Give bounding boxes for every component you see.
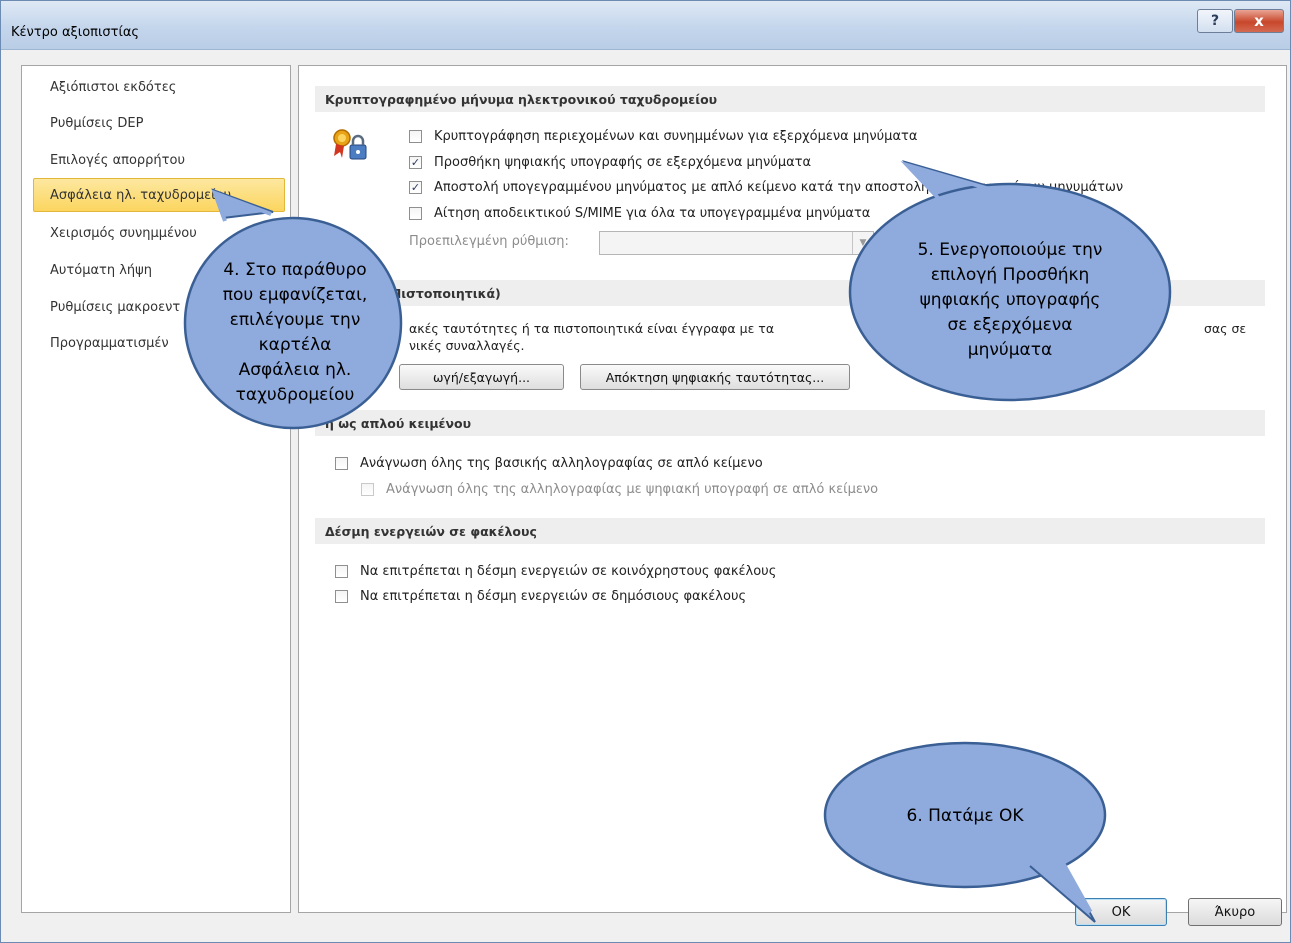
checkbox-encrypt-contents[interactable] (409, 130, 422, 143)
label-read-plain-text: Ανάγνωση όλης της βασικής αλληλογραφίας … (360, 456, 763, 471)
option-script-shared-folders[interactable]: Να επιτρέπεται η δέσμη ενεργειών σε κοιν… (335, 564, 776, 579)
default-setting-label: Προεπιλεγμένη ρύθμιση: (409, 234, 569, 249)
checkbox-request-smime-receipt[interactable] (409, 207, 422, 220)
option-add-digital-signature[interactable]: ✓ Προσθήκη ψηφιακής υπογραφής σε εξερχόμ… (409, 155, 811, 170)
close-button[interactable]: x (1234, 9, 1284, 33)
help-button[interactable]: ? (1197, 9, 1233, 33)
callout-bubble-step6 (823, 741, 1107, 923)
digital-ids-description-line1-end: σας σε (1204, 321, 1247, 336)
window-title: Κέντρο αξιοπιστίας (11, 25, 140, 40)
checkbox-read-plain-text[interactable] (335, 457, 348, 470)
option-read-signed-plain-text[interactable]: Ανάγνωση όλης της αλληλογραφίας με ψηφια… (361, 482, 878, 497)
label-encrypt-contents: Κρυπτογράφηση περιεχομένων και συνημμένω… (434, 129, 918, 144)
get-digital-id-button[interactable]: Απόκτηση ψηφιακής ταυτότητας... (580, 364, 850, 390)
callout-text-step5: 5. Ενεργοποιούμε την επιλογή Προσθήκη ψη… (917, 239, 1103, 360)
section-header-folder-script: Δέσμη ενεργειών σε φακέλους (315, 518, 1265, 544)
label-request-smime-receipt: Αίτηση αποδεικτικού S/MIME για όλα τα υπ… (434, 206, 871, 221)
sidebar-item-dep-settings[interactable]: Ρυθμίσεις DEP (34, 106, 286, 140)
cancel-button[interactable]: Άκυρο (1188, 898, 1282, 926)
callout-text-step6: 6. Πατάμε OK (906, 805, 1024, 826)
section-header-plain-text: η ως απλού κειμένου (315, 410, 1265, 436)
label-add-digital-signature: Προσθήκη ψηφιακής υπογραφής σε εξερχόμεν… (434, 155, 812, 170)
checkbox-script-public-folders[interactable] (335, 590, 348, 603)
digital-ids-description-line1: ακές ταυτότητες ή τα πιστοποιητικά είναι… (409, 321, 775, 336)
sidebar-item-trusted-publishers[interactable]: Αξιόπιστοι εκδότες (34, 70, 286, 104)
label-script-public-folders: Να επιτρέπεται η δέσμη ενεργειών σε δημό… (360, 589, 747, 604)
option-request-smime-receipt[interactable]: Αίτηση αποδεικτικού S/MIME για όλα τα υπ… (409, 206, 870, 221)
title-bar: Κέντρο αξιοπιστίας ? x (1, 1, 1290, 50)
section-header-encrypted-email: Κρυπτογραφημένο μήνυμα ηλεκτρονικού ταχυ… (315, 86, 1265, 112)
option-script-public-folders[interactable]: Να επιτρέπεται η δέσμη ενεργειών σε δημό… (335, 589, 746, 604)
label-script-shared-folders: Να επιτρέπεται η δέσμη ενεργειών σε κοιν… (360, 564, 777, 579)
callout-text-step4: 4. Στο παράθυρο που εμφανίζεται, επιλέγο… (222, 260, 368, 405)
checkbox-script-shared-folders[interactable] (335, 565, 348, 578)
checkbox-read-signed-plain-text[interactable] (361, 483, 374, 496)
digital-ids-description-line2: νικές συναλλαγές. (409, 338, 525, 353)
option-read-plain-text[interactable]: Ανάγνωση όλης της βασικής αλληλογραφίας … (335, 456, 763, 471)
default-setting-dropdown[interactable]: ▼ (599, 231, 874, 255)
option-encrypt-contents[interactable]: Κρυπτογράφηση περιεχομένων και συνημμένω… (409, 129, 917, 144)
checkbox-send-clear-text-signed[interactable]: ✓ (409, 181, 422, 194)
sidebar-item-privacy-options[interactable]: Επιλογές απορρήτου (34, 143, 286, 177)
import-export-button[interactable]: ωγή/εξαγωγή... (399, 364, 564, 390)
certificate-lock-icon (333, 129, 367, 160)
checkbox-add-digital-signature[interactable]: ✓ (409, 156, 422, 169)
label-read-signed-plain-text: Ανάγνωση όλης της αλληλογραφίας με ψηφια… (386, 482, 879, 497)
